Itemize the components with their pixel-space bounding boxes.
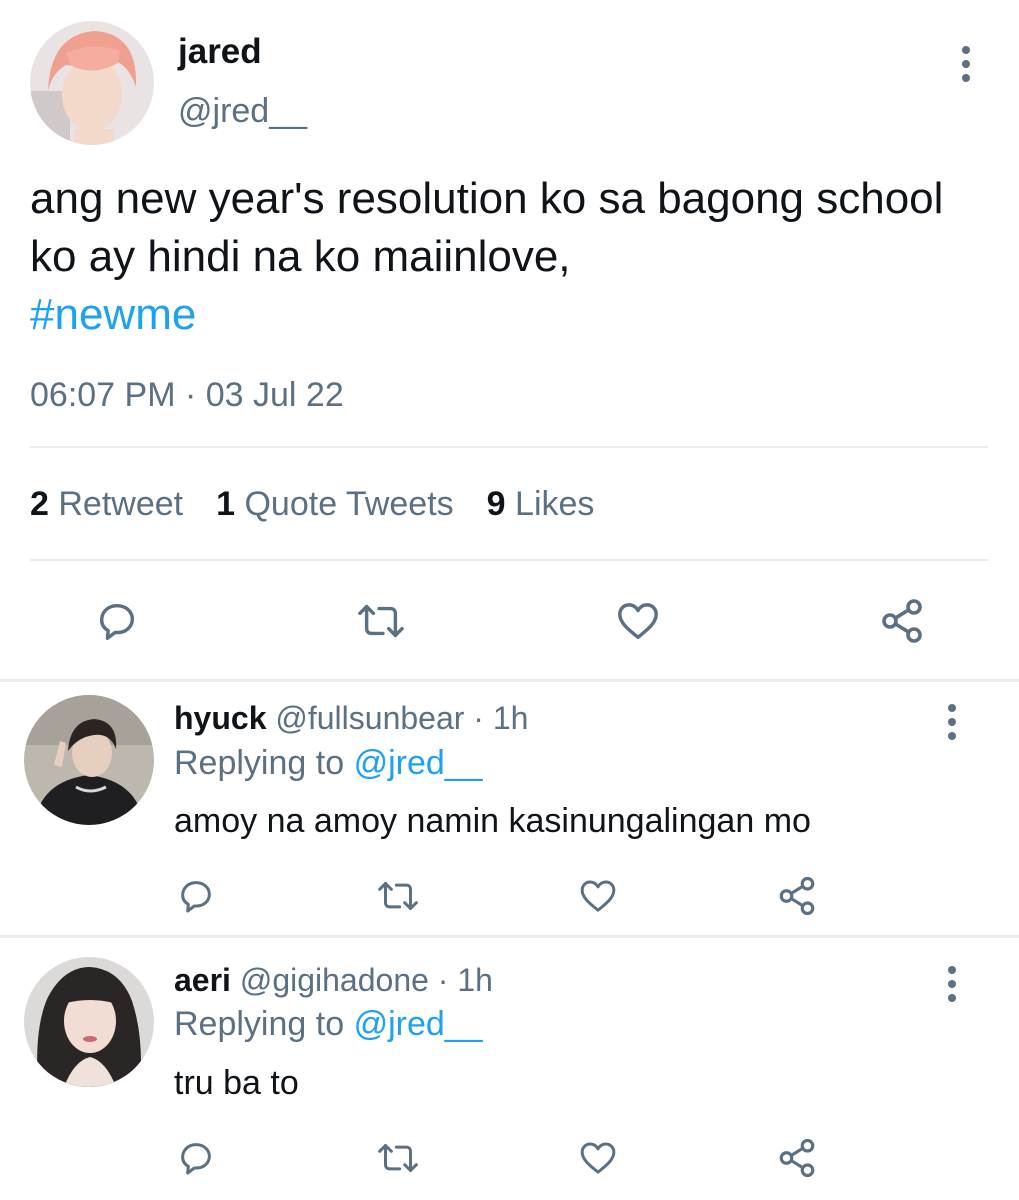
retweet-button[interactable] <box>376 1138 420 1178</box>
reply-author-name[interactable]: hyuck <box>174 700 266 736</box>
like-button[interactable] <box>577 1138 619 1178</box>
reply-time: · 1h <box>473 700 529 736</box>
author-handle[interactable]: @jred__ <box>178 91 307 131</box>
more-vertical-icon <box>948 704 956 712</box>
retweet-icon <box>378 882 418 910</box>
separator <box>0 935 1019 938</box>
reply-text: tru ba to <box>174 1064 299 1102</box>
like-button[interactable] <box>577 876 619 916</box>
retweets-stat[interactable]: 2 Retweet <box>30 482 183 526</box>
share-icon <box>779 876 815 916</box>
retweet-button[interactable] <box>376 876 420 916</box>
hashtag-link[interactable]: #newme <box>30 290 196 339</box>
tweet-timestamp[interactable]: 06:07 PM · 03 Jul 22 <box>30 375 344 415</box>
retweet-icon <box>378 1144 418 1172</box>
reply-avatar[interactable] <box>24 695 154 825</box>
reply-button[interactable] <box>94 598 140 644</box>
reply-button[interactable] <box>176 1138 216 1178</box>
share-button[interactable] <box>776 875 818 917</box>
reply-text: amoy na amoy namin kasinungalingan mo <box>174 802 811 840</box>
replying-to-handle[interactable]: @jred__ <box>354 1005 483 1043</box>
divider <box>30 559 988 561</box>
share-button[interactable] <box>776 1137 818 1179</box>
share-icon <box>779 1138 815 1178</box>
reply-author-name[interactable]: aeri <box>174 962 231 998</box>
reply-author-handle[interactable]: @gigihadone <box>240 962 429 998</box>
more-vertical-icon <box>948 966 956 974</box>
more-options-button[interactable] <box>961 46 971 82</box>
more-options-button[interactable] <box>947 704 957 740</box>
replying-to: Replying to @jred__ <box>174 1005 483 1043</box>
share-button[interactable] <box>878 597 926 645</box>
heart-icon <box>580 880 616 912</box>
reply-bubble-icon <box>181 881 211 913</box>
like-button[interactable] <box>614 598 662 644</box>
share-icon <box>882 599 922 643</box>
reply-bubble-icon <box>99 603 135 640</box>
likes-stat[interactable]: 9 Likes <box>487 482 595 526</box>
reply-avatar[interactable] <box>24 957 154 1087</box>
author-name[interactable]: jared <box>178 32 262 72</box>
separator <box>0 679 1019 682</box>
retweet-icon <box>358 604 404 638</box>
heart-icon <box>580 1142 616 1174</box>
replying-to: Replying to @jred__ <box>174 744 483 782</box>
tweet-stats: 2 Retweet 1 Quote Tweets 9 Likes <box>30 482 594 526</box>
reply-author-handle[interactable]: @fullsunbear <box>275 700 464 736</box>
more-vertical-icon <box>962 46 970 54</box>
quotes-stat[interactable]: 1 Quote Tweets <box>216 482 454 526</box>
tweet-body: ang new year's resolution ko sa bagong s… <box>30 170 990 344</box>
retweet-button[interactable] <box>356 598 406 644</box>
divider <box>30 446 988 448</box>
reply-header: aeri @gigihadone · 1h <box>174 960 493 1000</box>
more-options-button[interactable] <box>947 966 957 1002</box>
reply-button[interactable] <box>176 876 216 916</box>
replying-to-handle[interactable]: @jred__ <box>354 744 483 782</box>
reply-bubble-icon <box>181 1143 211 1175</box>
tweet-text: ang new year's resolution ko sa bagong s… <box>30 174 944 281</box>
author-avatar[interactable] <box>30 21 154 145</box>
heart-icon <box>618 603 658 640</box>
reply-time: · 1h <box>437 962 493 998</box>
reply-header: hyuck @fullsunbear · 1h <box>174 698 528 738</box>
